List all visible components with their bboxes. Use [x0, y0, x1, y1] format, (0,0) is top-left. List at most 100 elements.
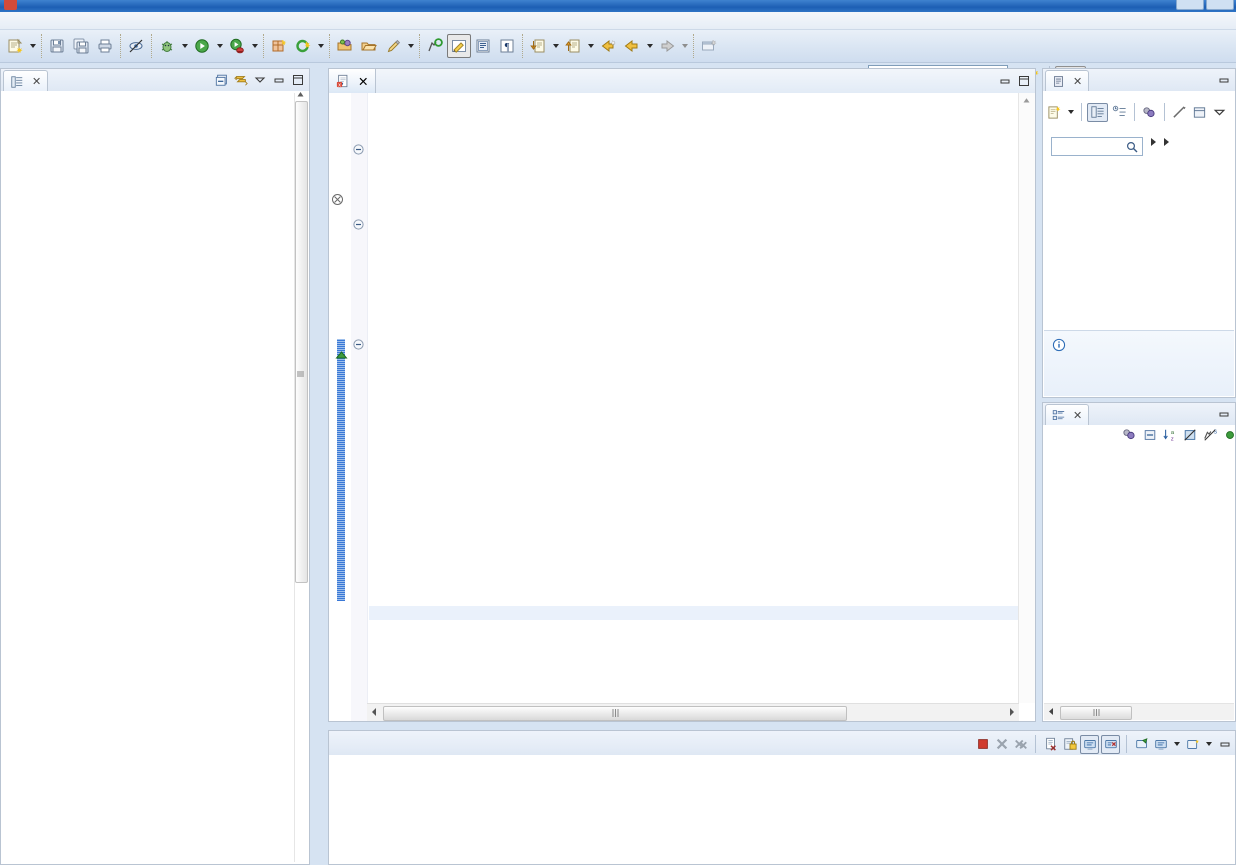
tab-task-list[interactable]: ✕ [1045, 70, 1090, 92]
show-console-on-output-icon[interactable] [1080, 734, 1099, 754]
back-dropdown-arrow[interactable] [644, 35, 655, 57]
remove-launch-icon[interactable] [993, 736, 1010, 753]
package-explorer-tree[interactable] [1, 91, 309, 864]
new-java-project-icon[interactable] [3, 34, 27, 58]
collapse-all-icon[interactable] [1141, 426, 1158, 443]
close-icon[interactable]: ✕ [1073, 75, 1082, 88]
collapse-all-icon[interactable] [213, 71, 230, 88]
display-selected-console-icon[interactable] [1152, 736, 1169, 753]
run-icon[interactable] [190, 34, 214, 58]
save-all-icon[interactable] [69, 34, 93, 58]
tab-outline[interactable]: ✕ [1045, 404, 1090, 426]
pin-console-icon[interactable] [1133, 736, 1150, 753]
minimize-window-button[interactable] [1176, 0, 1204, 10]
debug-icon[interactable] [155, 34, 179, 58]
restore-icon[interactable] [1190, 103, 1209, 122]
external-tools-icon[interactable] [291, 34, 315, 58]
hide-static-icon[interactable]: S [1201, 426, 1218, 443]
fold-collapse-icon[interactable] [353, 219, 364, 230]
show-console-on-error-icon[interactable] [1101, 734, 1120, 754]
previous-annotation-icon[interactable] [561, 34, 585, 58]
focus-on-workweek-icon[interactable] [1140, 103, 1159, 122]
horizontal-scrollbar-thumb[interactable] [1060, 706, 1132, 720]
scroll-up-arrow-icon[interactable] [1022, 96, 1031, 105]
editor-vertical-scrollbar[interactable] [1018, 93, 1035, 703]
scroll-lock-icon[interactable] [1061, 736, 1078, 753]
fold-collapse-icon[interactable] [353, 144, 364, 155]
forward-icon[interactable] [655, 34, 679, 58]
new-dropdown-arrow[interactable] [27, 35, 38, 57]
minimize-icon[interactable] [996, 72, 1013, 89]
show-whitespace-icon[interactable] [471, 34, 495, 58]
forward-dropdown-arrow[interactable] [679, 35, 690, 57]
hide-nonpublic-icon[interactable] [1221, 426, 1235, 443]
coverage-dropdown-arrow[interactable] [249, 35, 260, 57]
hide-fields-icon[interactable] [1181, 426, 1198, 443]
search-dropdown-arrow[interactable] [405, 35, 416, 57]
view-menu-icon[interactable] [1210, 103, 1229, 122]
sort-icon[interactable]: az [1161, 426, 1178, 443]
toggle-ant-editor-icon[interactable] [447, 34, 471, 58]
next-annotation-dropdown-arrow[interactable] [550, 35, 561, 57]
clear-console-icon[interactable] [1042, 736, 1059, 753]
horizontal-scrollbar-thumb[interactable] [383, 706, 847, 721]
new-window-icon[interactable] [697, 34, 721, 58]
open-console-icon[interactable] [1184, 736, 1201, 753]
maximize-icon[interactable] [289, 71, 306, 88]
maximize-window-button[interactable] [1206, 0, 1234, 10]
error-marker-icon[interactable] [331, 193, 344, 206]
minimize-icon[interactable] [1215, 71, 1232, 88]
view-menu-icon[interactable] [251, 71, 268, 88]
back-icon[interactable] [620, 34, 644, 58]
new-task-icon[interactable] [1045, 103, 1064, 122]
new-task-dropdown-arrow[interactable] [1065, 101, 1076, 123]
previous-annotation-dropdown-arrow[interactable] [585, 35, 596, 57]
print-icon[interactable] [93, 34, 117, 58]
external-tools-dropdown-arrow[interactable] [315, 35, 326, 57]
last-edit-location-icon[interactable] [596, 34, 620, 58]
editor-body[interactable] [329, 93, 1035, 721]
toggle-mark-occurrences-icon[interactable] [124, 34, 148, 58]
scroll-left-arrow-icon[interactable] [370, 707, 378, 717]
remove-all-terminated-icon[interactable] [1012, 736, 1029, 753]
package-explorer-scrollbar[interactable] [294, 92, 308, 862]
collapse-all-icon[interactable] [1170, 103, 1189, 122]
minimize-icon[interactable] [270, 71, 287, 88]
open-task-icon[interactable] [357, 34, 381, 58]
save-icon[interactable] [45, 34, 69, 58]
run-dropdown-arrow[interactable] [214, 35, 225, 57]
run-coverage-icon[interactable] [225, 34, 249, 58]
scrollbar-thumb[interactable] [295, 101, 308, 583]
close-icon[interactable]: ✕ [358, 74, 368, 89]
minimize-icon[interactable] [1215, 405, 1232, 422]
tab-package-explorer[interactable]: ✕ [3, 70, 49, 92]
search-icon[interactable] [1126, 141, 1138, 153]
link-with-editor-icon[interactable] [232, 71, 249, 88]
terminate-icon[interactable] [974, 736, 991, 753]
close-icon[interactable]: ✕ [32, 75, 41, 88]
minimize-icon[interactable] [1216, 736, 1233, 753]
close-icon[interactable]: ✕ [1073, 409, 1082, 422]
console-body[interactable] [329, 755, 1235, 864]
editor-source-code[interactable] [369, 93, 1019, 97]
next-annotation-icon[interactable] [526, 34, 550, 58]
new-java-class-icon[interactable] [267, 34, 291, 58]
fold-collapse-icon[interactable] [353, 339, 364, 350]
scheduled-presentation-icon[interactable] [1109, 103, 1129, 122]
dropdown-icon[interactable] [1171, 733, 1182, 755]
debug-dropdown-arrow[interactable] [179, 35, 190, 57]
maximize-icon[interactable] [1015, 72, 1032, 89]
open-type-icon[interactable] [333, 34, 357, 58]
task-find-input[interactable] [1051, 137, 1143, 156]
categorized-presentation-icon[interactable] [1087, 102, 1108, 122]
editor-horizontal-scrollbar[interactable] [367, 703, 1019, 721]
skip-breakpoints-icon[interactable] [423, 34, 447, 58]
scroll-left-arrow-icon[interactable] [1047, 707, 1055, 716]
pilcrow-icon[interactable]: ¶ [495, 34, 519, 58]
dropdown2-icon[interactable] [1203, 733, 1214, 755]
focus-on-active-task-icon[interactable] [1121, 426, 1138, 443]
search-icon[interactable] [381, 34, 405, 58]
scroll-up-arrow-icon[interactable] [295, 89, 306, 100]
outline-horizontal-scrollbar[interactable] [1044, 703, 1234, 720]
editor-code-area[interactable] [369, 93, 1019, 703]
